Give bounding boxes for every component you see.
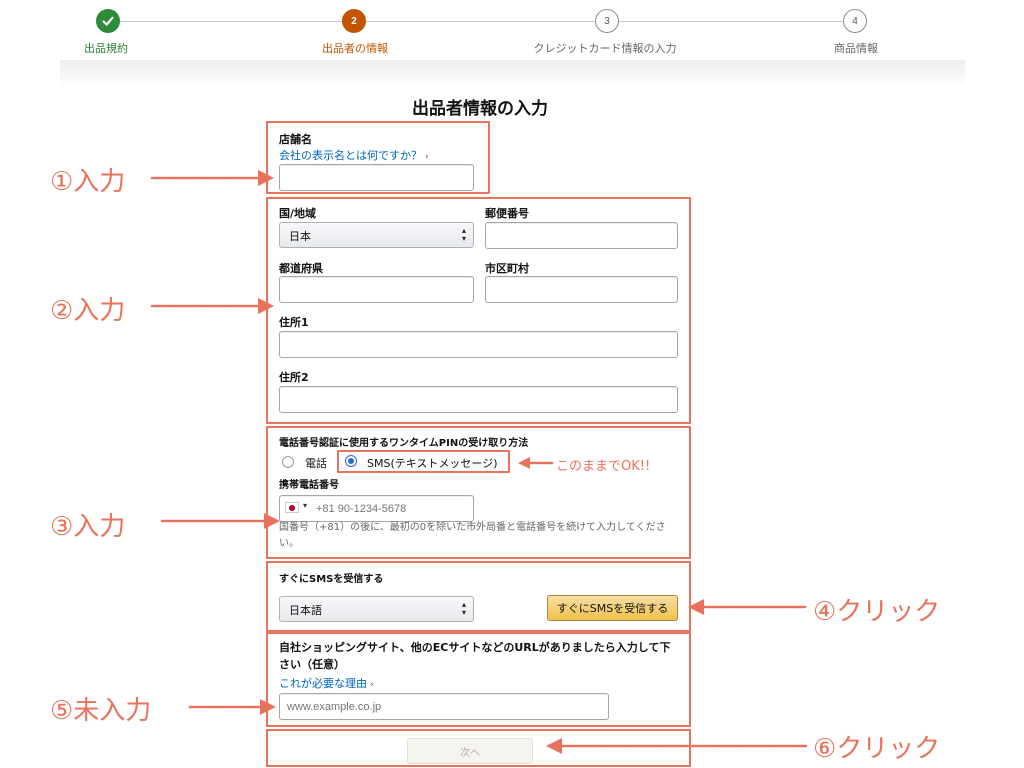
annotation-arrows xyxy=(150,170,808,754)
